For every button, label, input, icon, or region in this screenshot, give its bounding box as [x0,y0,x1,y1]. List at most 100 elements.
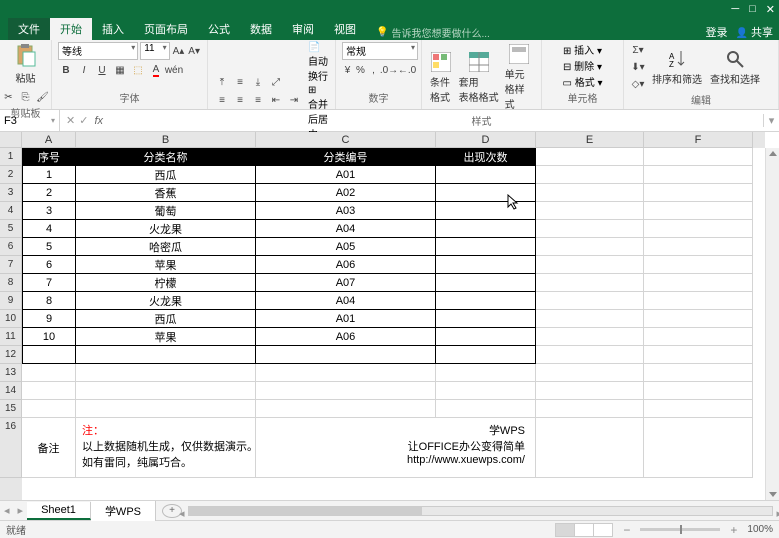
column-header[interactable]: B [76,132,256,148]
row-header[interactable]: 14 [0,382,22,400]
format-as-table-button[interactable]: 套用 表格格式 [457,50,501,106]
fill-color-icon[interactable]: ⬚ [130,62,146,78]
cell[interactable]: A04 [256,292,436,310]
tab-formula[interactable]: 公式 [198,18,240,40]
sheet-nav-prev[interactable]: ◂ [0,504,14,517]
cell[interactable]: A06 [256,328,436,346]
zoom-slider[interactable] [640,528,720,531]
cell[interactable]: A03 [256,202,436,220]
cell[interactable] [436,256,536,274]
tab-file[interactable]: 文件 [8,18,50,40]
view-page-break-button[interactable] [593,523,613,537]
cell[interactable] [644,328,753,346]
find-select-button[interactable]: 查找和选择 [708,47,762,88]
row-header[interactable]: 2 [0,166,22,184]
row-header[interactable]: 10 [0,310,22,328]
cancel-formula-icon[interactable]: ✕ [66,114,75,127]
sort-filter-button[interactable]: AZ 排序和筛选 [650,47,704,88]
horizontal-scrollbar[interactable]: ◂▸ [188,506,773,516]
cell[interactable]: A02 [256,184,436,202]
cell[interactable]: 分类编号 [256,148,436,166]
vertical-scrollbar[interactable] [765,148,779,500]
cell[interactable] [436,274,536,292]
indent-inc-icon[interactable]: ⇥ [286,93,302,109]
cell[interactable]: A07 [256,274,436,292]
column-header[interactable]: C [256,132,436,148]
select-all-triangle[interactable] [0,132,22,148]
row-header[interactable]: 13 [0,364,22,382]
cell[interactable] [536,292,644,310]
cell[interactable] [256,382,436,400]
format-cells-button[interactable]: ▭ 格式 ▾ [562,74,602,89]
comma-icon[interactable]: , [368,62,379,78]
row-header[interactable]: 15 [0,400,22,418]
cell[interactable]: 分类名称 [76,148,256,166]
column-header[interactable]: A [22,132,76,148]
cell[interactable]: 西瓜 [76,310,256,328]
row-header[interactable]: 9 [0,292,22,310]
window-minimize[interactable]: ─ [731,3,739,16]
sheet-tab-2[interactable]: 学WPS [91,501,156,521]
border-icon[interactable]: ▦ [112,62,128,78]
cell[interactable] [644,346,753,364]
tab-insert[interactable]: 插入 [92,18,134,40]
cell[interactable] [436,220,536,238]
window-maximize[interactable]: □ [749,3,756,16]
cut-icon[interactable]: ✂ [1,89,17,105]
cell[interactable] [644,256,753,274]
tell-me-search[interactable]: 💡 告诉我您想要做什么... [376,25,490,40]
cell[interactable] [536,238,644,256]
cell[interactable]: A04 [256,220,436,238]
wrap-text-button[interactable]: 📄 自动换行 [308,42,329,83]
cell[interactable]: A01 [256,310,436,328]
cell[interactable] [536,328,644,346]
row-header[interactable]: 5 [0,220,22,238]
cell[interactable]: 苹果 [76,256,256,274]
enter-formula-icon[interactable]: ✓ [79,114,88,127]
cell[interactable] [76,364,256,382]
cell[interactable]: 出现次数 [436,148,536,166]
cell[interactable] [644,382,753,400]
cell[interactable] [644,184,753,202]
row-header[interactable]: 6 [0,238,22,256]
column-header[interactable]: E [536,132,644,148]
cell[interactable]: 5 [22,238,76,256]
cell[interactable] [644,220,753,238]
cell[interactable] [22,364,76,382]
cell[interactable] [644,310,753,328]
tab-review[interactable]: 审阅 [282,18,324,40]
cell[interactable] [536,148,644,166]
cell[interactable] [436,292,536,310]
cell[interactable] [644,238,753,256]
zoom-level[interactable]: 100% [747,524,773,535]
share-button[interactable]: 👤 共享 [735,24,773,40]
cell[interactable] [436,238,536,256]
phonetic-icon[interactable]: wén [166,62,182,78]
autosum-icon[interactable]: Σ▾ [630,42,646,58]
tab-home[interactable]: 开始 [50,18,92,40]
window-close[interactable]: ✕ [766,3,775,16]
paste-button[interactable]: 粘贴 [13,42,39,87]
fx-icon[interactable]: fx [94,115,109,127]
orientation-icon[interactable]: ⤢ [268,75,284,91]
cell[interactable] [436,364,536,382]
cell[interactable]: 哈密瓜 [76,238,256,256]
cell[interactable]: 10 [22,328,76,346]
align-left-icon[interactable]: ≡ [214,93,230,109]
cell[interactable]: 柠檬 [76,274,256,292]
cell[interactable]: 葡萄 [76,202,256,220]
row-header[interactable]: 3 [0,184,22,202]
cell[interactable]: 4 [22,220,76,238]
cell[interactable]: 6 [22,256,76,274]
font-name-combo[interactable]: 等线 [58,42,138,60]
cell[interactable]: 1 [22,166,76,184]
insert-cells-button[interactable]: ⊞ 插入 ▾ [563,42,602,57]
number-format-combo[interactable]: 常规 [342,42,418,60]
underline-icon[interactable]: U [94,62,110,78]
cell[interactable] [644,364,753,382]
row-header[interactable]: 16 [0,418,22,478]
cell[interactable] [536,382,644,400]
tab-view[interactable]: 视图 [324,18,366,40]
shrink-font-icon[interactable]: A▾ [187,43,201,59]
inc-decimal-icon[interactable]: .0→ [381,62,397,78]
